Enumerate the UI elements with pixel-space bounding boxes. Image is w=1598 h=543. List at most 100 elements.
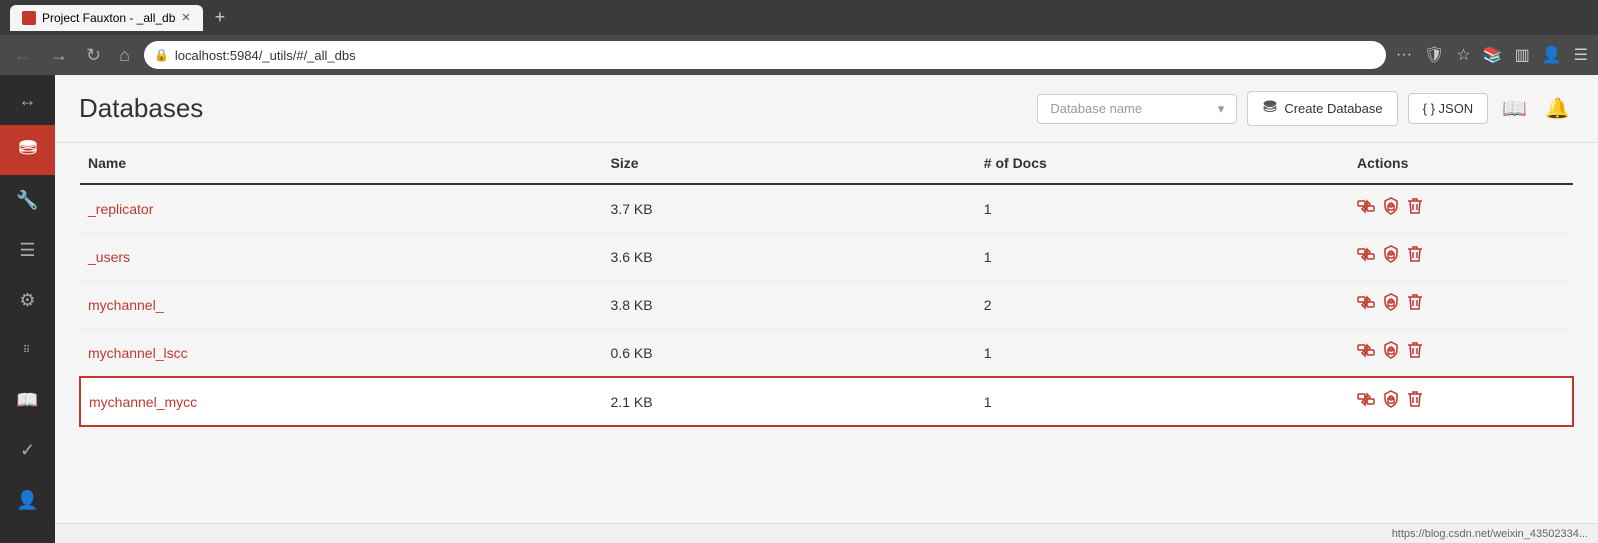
db-actions-cell	[1349, 184, 1573, 233]
delete-icon[interactable]	[1407, 245, 1423, 268]
security-icon[interactable]	[1383, 245, 1399, 268]
db-docs-cell: 1	[976, 233, 1349, 281]
db-name-link[interactable]: _replicator	[88, 201, 153, 217]
header-actions: Database name ▾ Create Database	[1037, 91, 1574, 126]
security-icon[interactable]	[1383, 390, 1399, 413]
security-icon[interactable]	[1383, 197, 1399, 220]
db-size-cell: 3.8 KB	[603, 281, 976, 329]
replicate-icon[interactable]	[1357, 293, 1375, 316]
create-database-label: Create Database	[1284, 101, 1382, 116]
sidebar-item-book[interactable]: 📖	[0, 375, 55, 425]
dropdown-chevron-icon[interactable]: ▾	[1218, 101, 1225, 117]
table-row[interactable]: _replicator 3.7 KB 1	[80, 184, 1573, 233]
delete-icon[interactable]	[1407, 390, 1423, 413]
book-open-icon: 📖	[1502, 98, 1527, 120]
person-icon: 👤	[16, 490, 38, 511]
home-button[interactable]: ⌂	[115, 43, 134, 68]
replicate-icon[interactable]	[1357, 245, 1375, 268]
db-size-cell: 0.6 KB	[603, 329, 976, 378]
db-name-link[interactable]: mychannel_	[88, 297, 164, 313]
json-button[interactable]: { } JSON	[1408, 93, 1489, 124]
delete-icon[interactable]	[1407, 293, 1423, 316]
database-icon	[18, 138, 38, 163]
table-row[interactable]: mychannel_ 3.8 KB 2	[80, 281, 1573, 329]
security-icon[interactable]	[1383, 293, 1399, 316]
new-tab-button[interactable]: +	[207, 3, 234, 32]
tab-close-button[interactable]: ✕	[181, 11, 190, 24]
address-bar[interactable]: 🔒 localhost:5984/_utils/#/_all_dbs	[144, 41, 1386, 69]
docs-icon-button[interactable]: 📖	[1498, 92, 1531, 125]
db-docs-cell: 1	[976, 184, 1349, 233]
book-icon: 📖	[16, 390, 38, 411]
url-display: localhost:5984/_utils/#/_all_dbs	[175, 48, 356, 63]
url-text: localhost:5984/_utils/#/_all_dbs	[175, 48, 356, 63]
replicate-icon[interactable]	[1357, 390, 1375, 413]
reload-button[interactable]: ↻	[82, 43, 105, 68]
check-icon: ✓	[20, 440, 35, 461]
col-header-name: Name	[80, 143, 603, 184]
db-name-link[interactable]: mychannel_mycc	[89, 394, 197, 410]
sidebar-item-person[interactable]: 👤	[0, 475, 55, 525]
table-row[interactable]: mychannel_lscc 0.6 KB 1	[80, 329, 1573, 378]
db-docs-cell: 1	[976, 377, 1349, 426]
sidebar-item-back[interactable]: ↔	[0, 75, 55, 125]
browser-tab[interactable]: Project Fauxton - _all_db ✕	[10, 5, 203, 31]
db-name-cell[interactable]: _users	[80, 233, 603, 281]
wrench-icon: 🔧	[16, 190, 38, 211]
tab-title: Project Fauxton - _all_db	[42, 11, 175, 25]
replicate-icon[interactable]	[1357, 197, 1375, 220]
db-docs-cell: 1	[976, 329, 1349, 378]
sidebar-item-wrench[interactable]: 🔧	[0, 175, 55, 225]
sidebar-item-list[interactable]: ☰	[0, 225, 55, 275]
db-size-cell: 3.7 KB	[603, 184, 976, 233]
db-name-cell[interactable]: mychannel_lscc	[80, 329, 603, 378]
col-header-docs: # of Docs	[976, 143, 1349, 184]
profile-icon[interactable]: 👤	[1542, 45, 1562, 65]
db-actions-cell	[1349, 377, 1573, 426]
back-button[interactable]: ←	[10, 43, 36, 68]
more-options-icon[interactable]: ···	[1396, 46, 1412, 64]
action-icons-group	[1357, 390, 1564, 413]
address-bar-row: ← → ↻ ⌂ 🔒 localhost:5984/_utils/#/_all_d…	[0, 35, 1598, 75]
db-name-link[interactable]: _users	[88, 249, 130, 265]
browser-toolbar-icons: ··· 🛡 ☆ 📚 ▥ 👤 ☰	[1396, 45, 1588, 65]
sidebar-item-gear[interactable]: ⚙	[0, 275, 55, 325]
table-row[interactable]: _users 3.6 KB 1	[80, 233, 1573, 281]
db-name-input[interactable]: Database name ▾	[1037, 94, 1237, 124]
status-bar: https://blog.csdn.net/weixin_43502334...	[55, 523, 1598, 543]
menu-icon[interactable]: ☰	[1574, 45, 1588, 65]
back-arrow-icon: ↔	[19, 90, 37, 111]
browser-chrome: Project Fauxton - _all_db ✕ +	[0, 0, 1598, 35]
page-title: Databases	[79, 93, 203, 124]
create-database-button[interactable]: Create Database	[1247, 91, 1397, 126]
table-row[interactable]: mychannel_mycc 2.1 KB 1	[80, 377, 1573, 426]
table-header-row: Name Size # of Docs Actions	[80, 143, 1573, 184]
security-icon[interactable]	[1383, 341, 1399, 364]
create-db-icon	[1262, 99, 1278, 118]
bookmark-icon[interactable]: 🛡	[1424, 45, 1444, 65]
db-name-cell[interactable]: _replicator	[80, 184, 603, 233]
star-icon[interactable]: ☆	[1456, 45, 1470, 65]
delete-icon[interactable]	[1407, 197, 1423, 220]
reading-list-icon[interactable]: 📚	[1483, 45, 1503, 65]
delete-icon[interactable]	[1407, 341, 1423, 364]
db-actions-cell	[1349, 281, 1573, 329]
page-header: Databases Database name ▾ Cr	[55, 75, 1598, 143]
db-size-cell: 2.1 KB	[603, 377, 976, 426]
db-name-cell[interactable]: mychannel_mycc	[80, 377, 603, 426]
db-size-cell: 3.6 KB	[603, 233, 976, 281]
db-name-link[interactable]: mychannel_lscc	[88, 345, 188, 361]
sidebar-item-check[interactable]: ✓	[0, 425, 55, 475]
sidebar-item-dots[interactable]: ⠿	[0, 325, 55, 375]
sidebar-toggle-icon[interactable]: ▥	[1515, 45, 1530, 65]
notifications-button[interactable]: 🔔	[1541, 92, 1574, 125]
col-header-size: Size	[603, 143, 976, 184]
forward-button[interactable]: →	[46, 43, 72, 68]
status-url-hint: https://blog.csdn.net/weixin_43502334...	[1392, 528, 1588, 540]
bell-icon: 🔔	[1545, 98, 1570, 120]
db-name-cell[interactable]: mychannel_	[80, 281, 603, 329]
replicate-icon[interactable]	[1357, 341, 1375, 364]
list-icon: ☰	[19, 240, 35, 261]
sidebar-item-database[interactable]	[0, 125, 55, 175]
tab-favicon	[22, 11, 36, 25]
